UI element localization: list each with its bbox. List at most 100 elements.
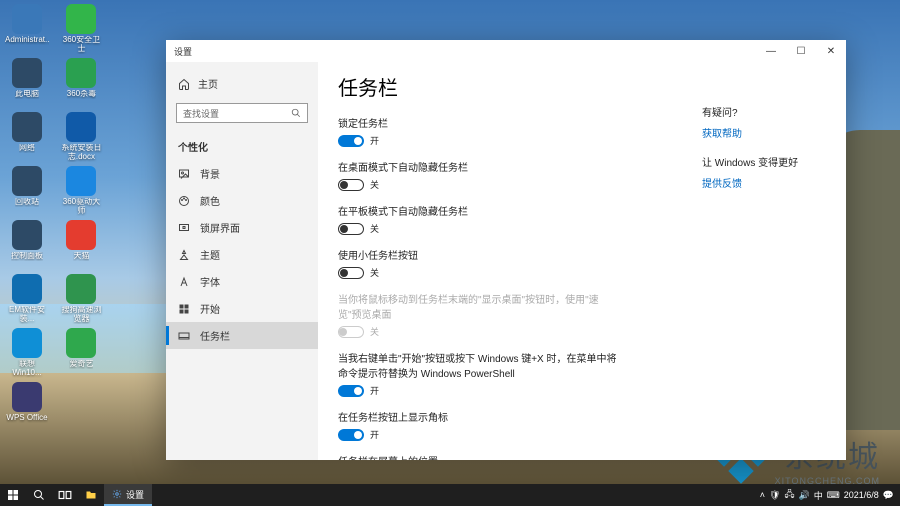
setting-label: 使用小任务栏按钮 <box>338 247 618 262</box>
desktop-icon[interactable]: 控制面板 <box>4 220 50 272</box>
desktop-icon[interactable]: 360杀毒 <box>58 58 104 110</box>
sidebar-item-label: 任务栏 <box>200 328 230 343</box>
desktop-icon-label: 此电脑 <box>15 90 39 99</box>
close-button[interactable]: ✕ <box>816 40 846 62</box>
feedback-link[interactable]: 提供反馈 <box>702 175 822 190</box>
tray-ime[interactable]: 中 <box>814 489 823 502</box>
setting-label: 当我右键单击"开始"按钮或按下 Windows 键+X 时，在菜单中将命令提示符… <box>338 350 618 380</box>
toggle-switch[interactable] <box>338 429 364 441</box>
search-placeholder: 查找设置 <box>183 107 219 120</box>
setting-toggle: 在任务栏按钮上显示角标 开 <box>338 409 618 441</box>
lock-icon <box>178 222 190 234</box>
sidebar-item-lock[interactable]: 锁屏界面 <box>166 214 318 241</box>
help-column: 有疑问? 获取帮助 让 Windows 变得更好 提供反馈 <box>702 104 822 204</box>
desktop-icon[interactable]: Administrat... <box>4 4 50 56</box>
sidebar-search[interactable]: 查找设置 <box>176 103 308 123</box>
setting-toggle: 在桌面模式下自动隐藏任务栏 关 <box>338 159 618 191</box>
setting-label: 在平板模式下自动隐藏任务栏 <box>338 203 618 218</box>
window-title: 设置 <box>174 45 192 58</box>
sidebar-home[interactable]: 主页 <box>166 70 318 97</box>
toggle-switch[interactable] <box>338 385 364 397</box>
desktop-icon[interactable]: EM软件安装... <box>4 274 50 326</box>
start-icon <box>178 303 190 315</box>
desktop-icon[interactable]: 360驱动大师 <box>58 166 104 218</box>
toggle-switch[interactable] <box>338 223 364 235</box>
settings-window: 设置 — ☐ ✕ 主页 查找设置 <box>166 40 846 460</box>
desktop-icon[interactable]: 此电脑 <box>4 58 50 110</box>
desktop-icon[interactable]: 爱奇艺 <box>58 328 104 380</box>
setting-toggle: 锁定任务栏 开 <box>338 115 618 147</box>
tray-shield-icon[interactable]: 🛡 <box>769 490 780 501</box>
setting-toggle: 当你将鼠标移动到任务栏末端的"显示桌面"按钮时，使用"速览"预览桌面 关 <box>338 291 618 338</box>
toggle-switch[interactable] <box>338 179 364 191</box>
setting-toggle: 当我右键单击"开始"按钮或按下 Windows 键+X 时，在菜单中将命令提示符… <box>338 350 618 397</box>
taskbar-search-icon[interactable] <box>26 484 52 506</box>
desktop-icon-label: 搜狗高速浏览器 <box>59 306 103 324</box>
sidebar-item-taskbar[interactable]: 任务栏 <box>166 322 318 349</box>
desktop-icon-label: 回收站 <box>15 198 39 207</box>
toggle-state-text: 关 <box>370 178 379 191</box>
sidebar-item-picture[interactable]: 背景 <box>166 160 318 187</box>
desktop-icon-label: 360驱动大师 <box>59 198 103 216</box>
desktop-icon[interactable]: WPS Office <box>4 382 50 434</box>
desktop-icon-label: 联想Win10... <box>5 360 49 378</box>
desktop-icon-label: EM软件安装... <box>5 306 49 324</box>
minimize-button[interactable]: — <box>756 40 786 62</box>
sidebar-item-label: 颜色 <box>200 193 220 208</box>
setting-toggle: 在平板模式下自动隐藏任务栏 关 <box>338 203 618 235</box>
page-title: 任务栏 <box>338 72 826 101</box>
tray-chevron-icon[interactable]: ˄ <box>760 490 765 500</box>
sidebar-item-palette[interactable]: 颜色 <box>166 187 318 214</box>
tray-network-icon[interactable]: 🖧 <box>784 487 794 503</box>
sidebar-item-theme[interactable]: 主题 <box>166 241 318 268</box>
desktop-icon-label: 天猫 <box>73 252 89 261</box>
setting-toggle: 使用小任务栏按钮 关 <box>338 247 618 279</box>
tray-volume-icon[interactable]: 🔊 <box>799 490 810 501</box>
titlebar[interactable]: 设置 — ☐ ✕ <box>166 40 846 62</box>
palette-icon <box>178 195 190 207</box>
get-help-link[interactable]: 获取帮助 <box>702 125 822 140</box>
toggle-state-text: 关 <box>370 222 379 235</box>
tray-keyboard-icon[interactable]: ⌨ <box>827 490 840 501</box>
desktop-icon-label: WPS Office <box>6 414 47 423</box>
desktop-icon[interactable]: 联想Win10... <box>4 328 50 380</box>
taskbar-icon <box>178 330 190 342</box>
theme-icon <box>178 249 190 261</box>
desktop-icon-label: 系统安装日志.docx <box>59 144 103 162</box>
sidebar-home-label: 主页 <box>198 76 218 91</box>
improve-label: 让 Windows 变得更好 <box>702 154 822 169</box>
tray-clock[interactable]: 2021/6/8 <box>844 490 879 500</box>
sidebar-item-label: 背景 <box>200 166 220 181</box>
toggle-switch <box>338 326 364 338</box>
font-icon <box>178 276 190 288</box>
sidebar-item-font[interactable]: 字体 <box>166 268 318 295</box>
desktop-icon[interactable]: 网络 <box>4 112 50 164</box>
start-button[interactable] <box>0 484 26 506</box>
taskbar-item-settings[interactable]: 设置 <box>104 484 152 506</box>
desktop-icon-label: 爱奇艺 <box>69 360 93 369</box>
toggle-state-text: 开 <box>370 384 379 397</box>
home-icon <box>178 78 190 90</box>
sidebar-item-start[interactable]: 开始 <box>166 295 318 322</box>
toggle-state-text: 开 <box>370 134 379 147</box>
setting-label: 任务栏在屏幕上的位置 <box>338 453 618 460</box>
desktop-icon[interactable]: 天猫 <box>58 220 104 272</box>
desktop-icon-label: 控制面板 <box>11 252 43 261</box>
sidebar-section: 个性化 <box>166 129 318 160</box>
sidebar-item-label: 主题 <box>200 247 220 262</box>
task-view-button[interactable] <box>52 484 78 506</box>
toggle-switch[interactable] <box>338 135 364 147</box>
picture-icon <box>178 168 190 180</box>
toggle-switch[interactable] <box>338 267 364 279</box>
taskbar[interactable]: 设置 ˄ 🛡 🖧 🔊 中 ⌨ 2021/6/8 💬 <box>0 484 900 506</box>
setting-label: 锁定任务栏 <box>338 115 618 130</box>
desktop-icon[interactable]: 搜狗高速浏览器 <box>58 274 104 326</box>
tray-notifications-icon[interactable]: 💬 <box>883 490 894 501</box>
toggle-state-text: 关 <box>370 266 379 279</box>
explorer-button[interactable] <box>78 484 104 506</box>
desktop-icon[interactable]: 360安全卫士 <box>58 4 104 56</box>
desktop-icon[interactable]: 回收站 <box>4 166 50 218</box>
maximize-button[interactable]: ☐ <box>786 40 816 62</box>
system-tray[interactable]: ˄ 🛡 🖧 🔊 中 ⌨ 2021/6/8 💬 <box>754 487 900 503</box>
desktop-icon[interactable]: 系统安装日志.docx <box>58 112 104 164</box>
